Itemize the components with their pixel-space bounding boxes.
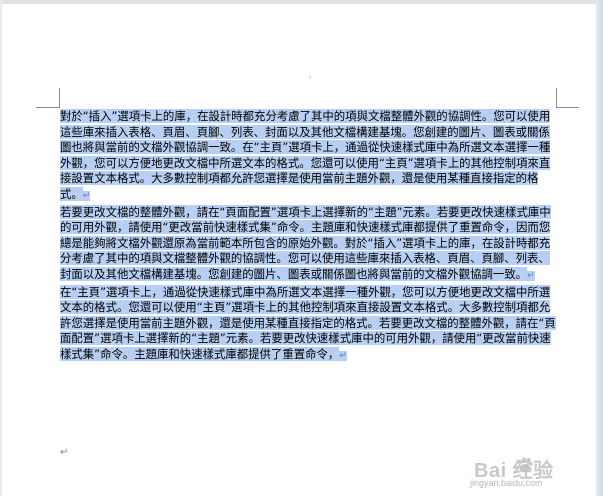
paragraph-2[interactable]: 若要更改文檔的整體外觀，請在“頁面配置”選項卡上選擇新的“主題”元素。若要更改快… [60, 204, 558, 285]
page-right-edge [596, 0, 603, 496]
paragraph-mark-icon: ↵ [527, 270, 535, 281]
paragraph-1[interactable]: 對於“插入”選項卡上的庫，在設計時都充分考慮了其中的項與文檔整體外觀的協調性。您… [60, 109, 558, 205]
page-left-edge [0, 0, 2, 496]
crop-mark-left-vertical [59, 88, 60, 108]
paragraph-1-text[interactable]: 對於“插入”選項卡上的庫，在設計時都充分考慮了其中的項與文檔整體外觀的協調性。您… [60, 109, 551, 201]
header-paragraph-mark: · [309, 73, 312, 82]
crop-mark-left-horizontal [36, 107, 60, 108]
paragraph-3[interactable]: 在“主頁”選項卡上，通過從快速樣式庫中為所選文本選擇一種外觀，您可以方便地更改文… [60, 284, 558, 365]
document-body[interactable]: 對於“插入”選項卡上的庫，在設計時都充分考慮了其中的項與文檔整體外觀的協調性。您… [60, 109, 558, 365]
page-top-edge [0, 0, 603, 4]
baidu-paw-icon [518, 457, 533, 472]
crop-mark-right-vertical [556, 88, 557, 108]
paragraph-mark-icon: ↵ [82, 190, 91, 201]
crop-mark-right-horizontal [557, 107, 579, 108]
document-page: · 對於“插入”選項卡上的庫，在設計時都充分考慮了其中的項與文檔整體外觀的協調性… [0, 0, 603, 496]
baidu-jingyan-watermark: Bai 经验 jingyan.baidu.com [464, 452, 596, 492]
paragraph-3-text[interactable]: 在“主頁”選項卡上，通過從快速樣式庫中為所選文本選擇一種外觀，您可以方便地更改文… [60, 284, 556, 361]
watermark-url-text: jingyan.baidu.com [470, 478, 543, 488]
paragraph-2-text[interactable]: 若要更改文檔的整體外觀，請在“頁面配置”選項卡上選擇新的“主題”元素。若要更改快… [60, 204, 551, 281]
paragraph-mark-icon: ↵ [339, 350, 347, 361]
final-paragraph-mark-icon[interactable]: ↵ [60, 447, 68, 458]
